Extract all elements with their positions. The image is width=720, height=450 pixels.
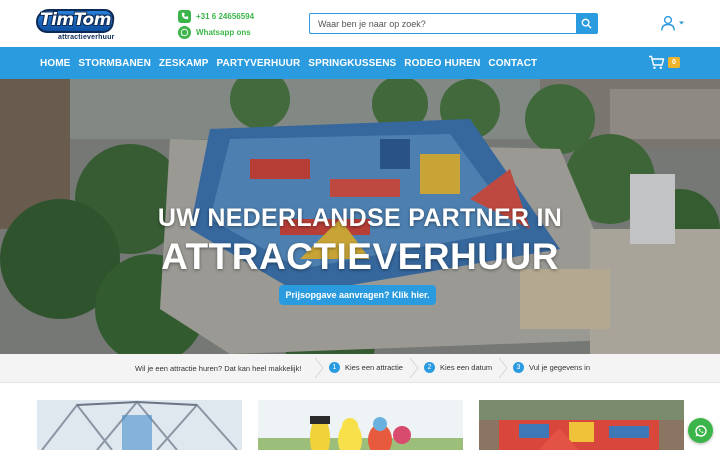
nav-item-zeskamp[interactable]: ZESKAMP [159, 58, 209, 69]
nav-item-contact[interactable]: CONTACT [488, 58, 537, 69]
steps-intro: Wil je een attractie huren? Dat kan heel… [135, 364, 302, 373]
whatsapp-float-icon [694, 424, 707, 437]
whatsapp-label: Whatsapp ons [196, 27, 251, 37]
step-separator [314, 357, 324, 379]
product-card-image[interactable] [479, 400, 684, 450]
nav-item-springkussens[interactable]: SPRINGKUSSENS [308, 58, 396, 69]
search-input[interactable] [310, 14, 577, 33]
logo-text: TimTom [40, 10, 111, 30]
cart-count-badge: 0 [668, 57, 680, 68]
step-2: 2 Kies een datum [424, 362, 492, 373]
hero-title-line1: UW NEDERLANDSE PARTNER IN [157, 204, 563, 232]
hero-banner: UW NEDERLANDSE PARTNER IN ATTRACTIEVERHU… [0, 79, 720, 354]
top-header: TimTom attractieverhuur +31 6 24656594 W… [0, 0, 720, 47]
logo[interactable]: TimTom attractieverhuur [34, 9, 116, 41]
product-card-image[interactable] [258, 400, 463, 450]
search-button[interactable] [576, 14, 597, 33]
search-icon [581, 18, 592, 29]
contact-block: +31 6 24656594 Whatsapp ons [178, 9, 254, 41]
chevron-down-icon [679, 21, 684, 25]
nav-item-partyverhuur[interactable]: PARTYVERHUUR [216, 58, 300, 69]
hero-title-line2: ATTRACTIEVERHUUR [161, 236, 559, 277]
whatsapp-icon [178, 25, 191, 39]
step-label: Kies een datum [440, 363, 493, 372]
nav-items: HOME STORMBANEN ZESKAMP PARTYVERHUUR SPR… [40, 47, 545, 79]
phone-link[interactable]: +31 6 24656594 [178, 9, 254, 23]
step-3: 3 Vul je gegevens in [513, 362, 590, 373]
product-cards [0, 383, 720, 450]
nav-item-rodeo-huren[interactable]: RODEO HUREN [404, 58, 480, 69]
step-1: 1 Kies een attractie [329, 362, 403, 373]
whatsapp-float-button[interactable] [688, 418, 713, 443]
steps-bar: Wil je een attractie huren? Dat kan heel… [0, 354, 720, 383]
whatsapp-link[interactable]: Whatsapp ons [178, 25, 254, 39]
account-menu[interactable] [660, 14, 686, 32]
product-card-image[interactable] [37, 400, 242, 450]
step-number: 3 [513, 362, 524, 373]
user-icon [661, 15, 675, 31]
search-bar [309, 13, 598, 34]
step-label: Kies een attractie [345, 363, 403, 372]
phone-icon [178, 9, 191, 23]
nav-item-home[interactable]: HOME [40, 58, 70, 69]
step-number: 2 [424, 362, 435, 373]
cart-icon [649, 55, 665, 69]
main-nav: HOME STORMBANEN ZESKAMP PARTYVERHUUR SPR… [0, 47, 720, 79]
cart-button[interactable]: 0 [648, 55, 680, 70]
step-separator [409, 357, 419, 379]
step-number: 1 [329, 362, 340, 373]
step-separator [498, 357, 508, 379]
step-label: Vul je gegevens in [529, 363, 591, 372]
phone-number: +31 6 24656594 [196, 11, 255, 21]
logo-subtitle: attractieverhuur [58, 34, 115, 41]
quote-request-button[interactable]: Prijsopgave aanvragen? Klik hier. [279, 285, 436, 305]
nav-item-stormbanen[interactable]: STORMBANEN [78, 58, 150, 69]
